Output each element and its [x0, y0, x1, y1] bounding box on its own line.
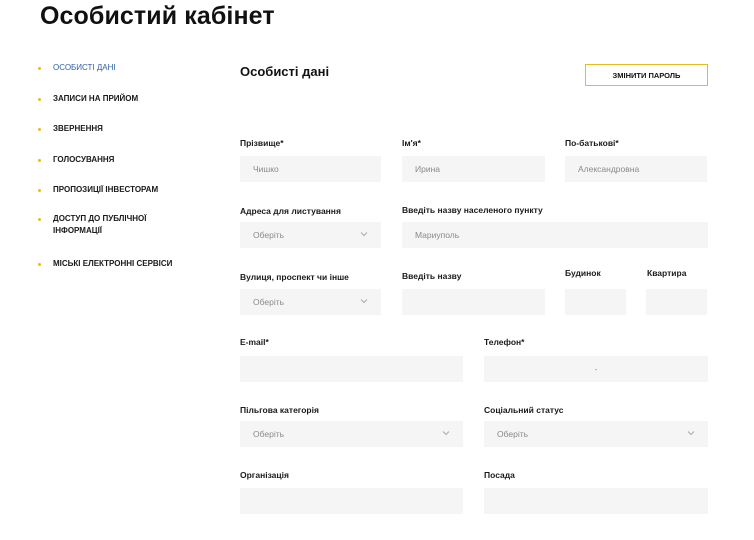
mailing-address-label: Адреса для листування [240, 206, 341, 216]
street-type-select[interactable]: Оберіть [240, 289, 381, 315]
street-name-field[interactable] [402, 289, 545, 315]
sidebar-item-label: Звернення [53, 124, 103, 133]
apartment-field[interactable] [646, 289, 707, 315]
patronymic-field[interactable] [565, 156, 707, 182]
building-label: Будинок [565, 268, 601, 278]
bullet-icon [38, 263, 41, 266]
sidebar-item-label: Пропозиції інвесторам [53, 185, 159, 194]
sidebar-item-investor-proposals[interactable]: Пропозиції інвесторам [38, 184, 158, 196]
name-label: Ім'я* [402, 138, 421, 148]
social-status-select[interactable]: Оберіть [484, 421, 708, 447]
change-password-button[interactable]: Змінити пароль [585, 64, 708, 86]
settlement-field[interactable] [402, 222, 708, 248]
sidebar-item-e-services[interactable]: Міські електронні сервіси [38, 258, 172, 270]
bullet-icon [38, 128, 41, 131]
chevron-down-icon [442, 431, 450, 436]
settlement-label: Введіть назву населеного пункту [402, 205, 543, 215]
name-field[interactable] [402, 156, 545, 182]
apartment-label: Квартира [647, 268, 687, 278]
sidebar-item-label: Записи на прийом [53, 94, 139, 103]
street-name-label: Введіть назву [402, 271, 462, 281]
sidebar-item-label: Доступ до публічної інформації [53, 214, 147, 235]
email-label: E-mail* [240, 337, 269, 347]
chevron-down-icon [360, 299, 368, 304]
surname-label: Прізвище* [240, 138, 284, 148]
chevron-down-icon [360, 232, 368, 237]
select-value: Оберіть [253, 429, 285, 439]
position-field[interactable] [484, 488, 708, 514]
sidebar-item-label: Особисті дані [53, 63, 116, 72]
organization-label: Організація [240, 470, 289, 480]
sidebar-item-personal-data[interactable]: Особисті дані [38, 62, 116, 74]
mailing-address-select[interactable]: Оберіть [240, 222, 381, 248]
select-value: Оберіть [497, 429, 529, 439]
benefit-category-label: Пільгова категорія [240, 405, 319, 415]
sidebar-item-label: Міські електронні сервіси [53, 259, 173, 268]
organization-field[interactable] [240, 488, 463, 514]
sidebar-item-appointments[interactable]: Записи на прийом [38, 93, 138, 105]
sidebar-item-label: Голосування [53, 155, 115, 164]
phone-field[interactable] [484, 356, 708, 382]
building-field[interactable] [565, 289, 626, 315]
chevron-down-icon [687, 431, 695, 436]
select-value: Оберіть [253, 297, 285, 307]
patronymic-label: По-батькові* [565, 138, 619, 148]
bullet-icon [38, 218, 41, 221]
select-value: Оберіть [253, 230, 285, 240]
page-title: Особистий кабінет [40, 2, 275, 30]
benefit-category-select[interactable]: Оберіть [240, 421, 463, 447]
bullet-icon [38, 98, 41, 101]
bullet-icon [38, 189, 41, 192]
sidebar-item-voting[interactable]: Голосування [38, 154, 114, 166]
bullet-icon [38, 67, 41, 70]
bullet-icon [38, 159, 41, 162]
phone-label: Телефон* [484, 337, 525, 347]
street-type-label: Вулиця, проспект чи інше [240, 272, 349, 282]
social-status-label: Соціальний статус [484, 405, 564, 415]
section-title: Особисті дані [240, 64, 330, 79]
sidebar-item-appeals[interactable]: Звернення [38, 123, 103, 135]
surname-field[interactable] [240, 156, 381, 182]
sidebar-item-public-info-access[interactable]: Доступ до публічної інформації [38, 213, 168, 237]
position-label: Посада [484, 470, 515, 480]
email-field[interactable] [240, 356, 463, 382]
